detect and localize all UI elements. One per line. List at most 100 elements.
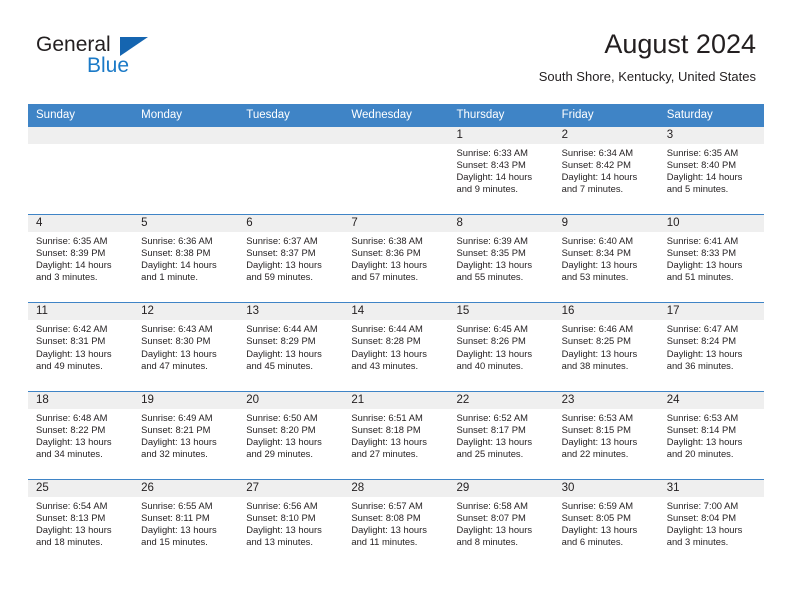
sunset-text: Sunset: 8:15 PM — [561, 423, 631, 435]
day-cell[interactable]: 15 Sunrise: 6:45 AM Sunset: 8:26 PM Dayligh… — [448, 303, 554, 390]
weekday-header-friday: Friday — [561, 109, 594, 121]
day-cell[interactable]: 12 Sunrise: 6:43 AM Sunset: 8:30 PM Dayligh… — [133, 303, 239, 390]
sunrise-text: Sunrise: 6:54 AM — [36, 499, 108, 511]
day-cell[interactable]: 23 Sunrise: 6:53 AM Sunset: 8:15 PM Dayligh… — [553, 391, 659, 479]
day-number: 1 — [448, 127, 554, 144]
day-cell[interactable]: 20 Sunrise: 6:50 AM Sunset: 8:20 PM Dayligh… — [238, 391, 344, 479]
sunrise-text: Sunrise: 6:52 AM — [456, 411, 528, 423]
sunrise-text: Sunrise: 6:35 AM — [666, 147, 739, 158]
weekday-header-wednesday: Wednesday — [351, 109, 412, 121]
sunset-text: Sunset: 8:29 PM — [246, 335, 316, 347]
location-subtitle: South Shore, Kentucky, United States — [538, 69, 756, 84]
day-sun-info: Sunrise: 6:52 AM Sunset: 8:17 PM Daylight:… — [449, 409, 554, 460]
sunrise-text: Sunrise: 6:33 AM — [456, 147, 528, 158]
day-cell[interactable]: 17 Sunrise: 6:47 AM Sunset: 8:24 PM Dayligh… — [658, 303, 764, 390]
day-cell[interactable]: 28 Sunrise: 6:57 AM Sunset: 8:08 PM Dayligh… — [343, 479, 449, 567]
day-cell-empty — [28, 127, 134, 214]
day-number: 18 — [28, 391, 134, 409]
daylight-text: Daylight: 13 hours and 11 minutes. — [351, 523, 427, 548]
day-number — [133, 127, 239, 144]
day-cell[interactable]: 6 Sunrise: 6:37 AM Sunset: 8:37 PM Daylight… — [238, 215, 344, 302]
day-cell[interactable]: 25 Sunrise: 6:54 AM Sunset: 8:13 PM Dayligh… — [28, 479, 134, 567]
sunset-text: Sunset: 8:40 PM — [666, 159, 737, 171]
day-cell[interactable]: 30 Sunrise: 6:59 AM Sunset: 8:05 PM Dayligh… — [553, 479, 659, 567]
day-cell[interactable]: 7 Sunrise: 6:38 AM Sunset: 8:36 PM Daylight… — [343, 215, 449, 302]
day-number: 9 — [553, 215, 659, 233]
day-cell[interactable]: 16 Sunrise: 6:46 AM Sunset: 8:25 PM Dayligh… — [553, 303, 659, 390]
daylight-text: Daylight: 13 hours and 55 minutes. — [456, 259, 533, 283]
day-cell[interactable]: 18 Sunrise: 6:48 AM Sunset: 8:22 PM Dayligh… — [28, 391, 134, 479]
day-cell[interactable]: 8 Sunrise: 6:39 AM Sunset: 8:35 PM Daylight… — [448, 215, 554, 302]
sunrise-text: Sunrise: 6:46 AM — [561, 323, 634, 335]
day-cell[interactable]: 14 Sunrise: 6:44 AM Sunset: 8:28 PM Dayligh… — [343, 303, 449, 390]
day-cell[interactable]: 11 Sunrise: 6:42 AM Sunset: 8:31 PM Dayligh… — [28, 303, 134, 390]
day-cell[interactable]: 22 Sunrise: 6:52 AM Sunset: 8:17 PM Dayligh… — [448, 391, 554, 479]
sunrise-text: Sunrise: 6:43 AM — [141, 323, 213, 335]
sunrise-text: Sunrise: 7:00 AM — [666, 499, 739, 511]
day-sun-info: Sunrise: 6:49 AM Sunset: 8:21 PM Daylight:… — [133, 409, 238, 460]
day-cell[interactable]: 1 Sunrise: 6:33 AM Sunset: 8:43 PM Daylight… — [448, 127, 554, 214]
sunrise-text: Sunrise: 6:40 AM — [561, 235, 634, 247]
sunrise-text: Sunrise: 6:58 AM — [456, 499, 528, 511]
day-cell[interactable]: 5 Sunrise: 6:36 AM Sunset: 8:38 PM Daylight… — [133, 215, 239, 302]
day-cell[interactable]: 24 Sunrise: 6:53 AM Sunset: 8:14 PM Dayligh… — [658, 391, 764, 479]
day-sun-info: Sunrise: 6:51 AM Sunset: 8:18 PM Daylight:… — [343, 409, 448, 460]
daylight-text: Daylight: 13 hours and 49 minutes. — [36, 347, 112, 371]
daylight-text: Daylight: 13 hours and 18 minutes. — [36, 523, 112, 548]
general-blue-logo[interactable]: General Blue — [36, 34, 166, 80]
sunrise-text: Sunrise: 6:41 AM — [666, 235, 739, 247]
day-sun-info: Sunrise: 6:56 AM Sunset: 8:10 PM Daylight:… — [238, 497, 343, 548]
day-number: 27 — [238, 479, 344, 497]
day-cell[interactable]: 29 Sunrise: 6:58 AM Sunset: 8:07 PM Dayligh… — [448, 479, 554, 567]
day-number: 3 — [658, 127, 764, 144]
day-sun-info: Sunrise: 6:36 AM Sunset: 8:38 PM Daylight:… — [133, 232, 238, 283]
sunrise-text: Sunrise: 6:38 AM — [351, 235, 423, 247]
sunset-text: Sunset: 8:17 PM — [456, 423, 526, 435]
calendar-grid: Sunday Monday Tuesday Wednesday Thursday Frid… — [28, 104, 764, 567]
sunset-text: Sunset: 8:37 PM — [246, 247, 316, 259]
day-cell[interactable]: 19 Sunrise: 6:49 AM Sunset: 8:21 PM Dayligh… — [133, 391, 239, 479]
calendar-week-row: 1 Sunrise: 6:33 AM Sunset: 8:43 PM Daylight… — [28, 126, 764, 214]
day-cell[interactable]: 2 Sunrise: 6:34 AM Sunset: 8:42 PM Daylight… — [553, 127, 659, 214]
daylight-text: Daylight: 14 hours and 7 minutes. — [561, 171, 638, 195]
day-number: 22 — [448, 391, 554, 409]
day-sun-info: Sunrise: 6:44 AM Sunset: 8:28 PM Daylight:… — [343, 320, 448, 371]
sunset-text: Sunset: 8:34 PM — [561, 247, 631, 259]
sunset-text: Sunset: 8:22 PM — [36, 423, 106, 435]
day-cell[interactable]: 13 Sunrise: 6:44 AM Sunset: 8:29 PM Dayligh… — [238, 303, 344, 390]
day-cell[interactable]: 9 Sunrise: 6:40 AM Sunset: 8:34 PM Daylight… — [553, 215, 659, 302]
day-sun-info: Sunrise: 6:50 AM Sunset: 8:20 PM Daylight:… — [238, 409, 343, 460]
day-sun-info: Sunrise: 6:44 AM Sunset: 8:29 PM Daylight:… — [238, 320, 343, 371]
sunset-text: Sunset: 8:25 PM — [561, 335, 631, 347]
day-number: 21 — [343, 391, 449, 409]
sunset-text: Sunset: 8:33 PM — [666, 247, 737, 259]
sunrise-text: Sunrise: 6:48 AM — [36, 411, 108, 423]
day-number: 11 — [28, 303, 134, 321]
sunset-text: Sunset: 8:21 PM — [141, 423, 211, 435]
daylight-text: Daylight: 13 hours and 3 minutes. — [666, 523, 743, 548]
calendar-weeks: 1 Sunrise: 6:33 AM Sunset: 8:43 PM Daylight… — [28, 126, 764, 567]
day-number: 23 — [553, 391, 659, 409]
weekday-header-row: Sunday Monday Tuesday Wednesday Thursday Frid… — [28, 104, 764, 126]
day-cell[interactable]: 27 Sunrise: 6:56 AM Sunset: 8:10 PM Dayligh… — [238, 479, 344, 567]
sunrise-text: Sunrise: 6:59 AM — [561, 499, 634, 511]
day-cell[interactable]: 4 Sunrise: 6:35 AM Sunset: 8:39 PM Daylight… — [28, 215, 134, 302]
day-sun-info: Sunrise: 6:59 AM Sunset: 8:05 PM Daylight:… — [554, 497, 659, 548]
day-sun-info: Sunrise: 6:45 AM Sunset: 8:26 PM Daylight:… — [449, 320, 554, 371]
day-cell[interactable]: 26 Sunrise: 6:55 AM Sunset: 8:11 PM Dayligh… — [133, 479, 239, 567]
day-number: 15 — [448, 303, 554, 321]
daylight-text: Daylight: 13 hours and 40 minutes. — [456, 347, 533, 371]
sunset-text: Sunset: 8:13 PM — [36, 511, 106, 523]
sunrise-text: Sunrise: 6:37 AM — [246, 235, 318, 247]
logo-text-blue: Blue — [87, 54, 130, 77]
day-cell[interactable]: 3 Sunrise: 6:35 AM Sunset: 8:40 PM Daylight… — [658, 127, 764, 214]
day-sun-info: Sunrise: 6:33 AM Sunset: 8:43 PM Daylight:… — [449, 144, 554, 195]
sunset-text: Sunset: 8:11 PM — [141, 511, 210, 523]
day-cell[interactable]: 21 Sunrise: 6:51 AM Sunset: 8:18 PM Dayligh… — [343, 391, 449, 479]
sunrise-text: Sunrise: 6:44 AM — [351, 323, 423, 335]
calendar-week-row: 25 Sunrise: 6:54 AM Sunset: 8:13 PM Dayligh… — [28, 478, 764, 567]
day-number: 6 — [238, 215, 344, 233]
day-cell[interactable]: 31 Sunrise: 7:00 AM Sunset: 8:04 PM Dayligh… — [658, 479, 764, 567]
day-cell[interactable]: 10 Sunrise: 6:41 AM Sunset: 8:33 PM Dayligh… — [658, 215, 764, 302]
weekday-header-monday: Monday — [141, 109, 183, 121]
